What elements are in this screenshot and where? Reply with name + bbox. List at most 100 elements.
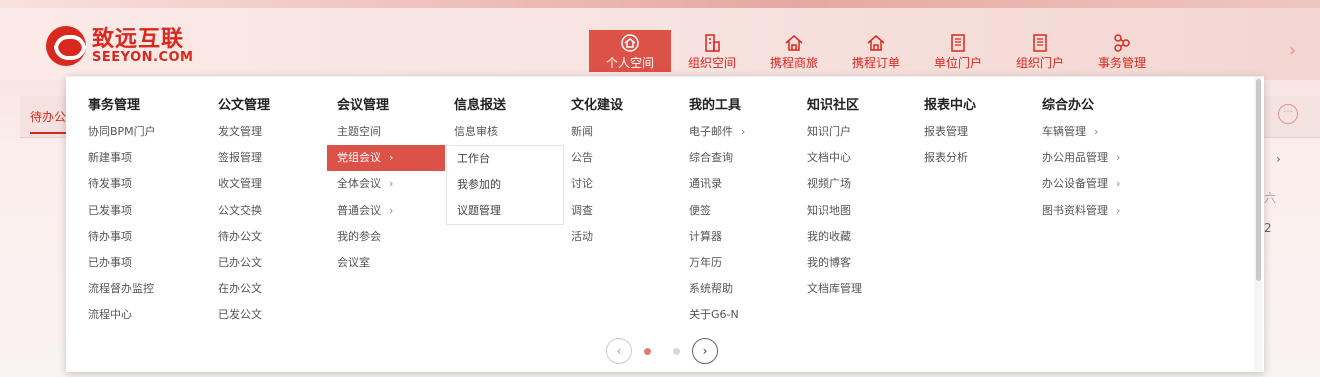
more-options-button[interactable]: ··· [1278, 104, 1298, 124]
chevron-right-icon: › [389, 203, 394, 217]
home-icon [785, 35, 803, 51]
calendar-next-arrow[interactable]: › [1276, 152, 1281, 166]
menu-item[interactable]: 公告 [571, 145, 593, 171]
nav-label: 组织空间 [687, 56, 736, 70]
menu-column-title: 综合办公 [1042, 98, 1095, 113]
submenu-item-topic-management[interactable]: 议题管理 [447, 198, 563, 224]
menu-item-label: 图书资料管理 [1042, 203, 1108, 217]
nav-item-ctrip-travel[interactable]: 携程商旅 [753, 30, 835, 72]
menu-item[interactable]: 签报管理 [218, 145, 262, 171]
menu-item-label: 办公设备管理 [1042, 177, 1108, 191]
menu-item[interactable]: 办公用品管理 › [1042, 145, 1120, 171]
nav-item-affairs[interactable]: 事务管理 [1081, 30, 1163, 72]
menu-item[interactable]: 在办公文 [218, 276, 262, 302]
menu-item[interactable]: 便签 [689, 198, 711, 224]
menu-item[interactable]: 文档库管理 [807, 276, 862, 302]
menu-item-label: 综合查询 [689, 151, 733, 165]
menu-item-label: 我的收藏 [807, 229, 851, 243]
menu-item[interactable]: 计算器 [689, 224, 722, 250]
scrollbar-thumb[interactable] [1256, 79, 1261, 281]
calendar-weekday: 六 [1264, 191, 1277, 205]
menu-item[interactable]: 图书资料管理 › [1042, 198, 1120, 224]
brand-logo[interactable]: 致远互联 SEEYON.COM [46, 24, 193, 68]
menu-item-label: 会议室 [337, 256, 370, 269]
pager-dot-2[interactable] [673, 347, 680, 355]
menu-item[interactable]: 待发事项 [88, 171, 132, 197]
menu-item[interactable]: 车辆管理 › [1042, 119, 1098, 145]
menu-item[interactable]: 讨论 [571, 171, 593, 197]
chevron-right-icon: › [389, 151, 394, 165]
nav-item-personal-space[interactable]: 个人空间 [589, 30, 671, 72]
menu-column-title: 事务管理 [88, 98, 141, 113]
menu-item[interactable]: 活动 [571, 224, 593, 250]
menu-item[interactable]: 会议室 [337, 250, 370, 276]
menu-item[interactable]: 全体会议 › [337, 171, 393, 197]
menu-item[interactable]: 发文管理 [218, 119, 262, 145]
menu-item[interactable]: 知识地图 [807, 198, 851, 224]
menu-item[interactable]: 电子邮件 › [689, 119, 745, 145]
chevron-right-icon: › [389, 177, 394, 191]
nav-more-arrow[interactable]: › [1289, 40, 1296, 61]
nav-label: 携程商旅 [769, 56, 818, 70]
menu-item[interactable]: 已发事项 [88, 198, 132, 224]
menu-item-label: 关于G6-N [689, 308, 739, 322]
menu-item[interactable]: 文档中心 [807, 145, 851, 171]
menu-item-label: 知识门户 [807, 125, 851, 138]
menu-item[interactable]: 已办事项 [88, 250, 132, 276]
menu-item[interactable]: 已办公文 [218, 250, 262, 276]
menu-item-label: 新闻 [571, 125, 593, 138]
pager-dot-1[interactable] [644, 347, 651, 355]
menu-item-label: 待发事项 [88, 177, 132, 191]
tab-pending[interactable]: 待办公 [30, 108, 71, 134]
menu-item-label: 公告 [571, 151, 593, 165]
menu-item[interactable]: 系统帮助 [689, 276, 733, 302]
menu-item-label: 信息审核 [454, 125, 498, 138]
menu-item[interactable]: 信息审核 [454, 119, 498, 145]
nav-label: 组织门户 [1015, 56, 1064, 70]
menu-item[interactable]: 综合查询 [689, 145, 733, 171]
menu-item[interactable]: 已发公文 [218, 302, 262, 328]
menu-item[interactable]: 办公设备管理 › [1042, 171, 1120, 197]
submenu-party-meeting: 工作台 我参加的 议题管理 [446, 145, 564, 225]
menu-item[interactable]: 我的博客 [807, 250, 851, 276]
menu-pager: ‹ › [606, 338, 718, 364]
menu-item-label: 文档库管理 [807, 282, 862, 296]
pager-prev-button[interactable]: ‹ [606, 338, 632, 364]
nav-label: 携程订单 [851, 56, 900, 70]
chevron-right-icon: › [1116, 177, 1121, 191]
menu-item[interactable]: 关于G6-N [689, 302, 739, 328]
menu-item[interactable]: 我的收藏 [807, 224, 851, 250]
menu-item[interactable]: 公文交换 [218, 198, 262, 224]
menu-item-label: 已发事项 [88, 203, 132, 217]
menu-item[interactable]: 视频广场 [807, 171, 851, 197]
menu-item[interactable]: 新建事项 [88, 145, 132, 171]
menu-item-label: 签报管理 [218, 151, 262, 165]
menu-item[interactable]: 流程中心 [88, 302, 132, 328]
menu-item[interactable]: 新闻 [571, 119, 593, 145]
menu-item[interactable]: 待办事项 [88, 224, 132, 250]
menu-item[interactable]: 收文管理 [218, 171, 262, 197]
submenu-item-workbench[interactable]: 工作台 [447, 146, 563, 172]
nav-item-unit-portal[interactable]: 单位门户 [917, 30, 999, 72]
menu-item[interactable]: 通讯录 [689, 171, 722, 197]
menu-column-title: 文化建设 [571, 98, 624, 113]
menu-item[interactable]: 普通会议 › [337, 198, 393, 224]
menu-item[interactable]: 主题空间 [337, 119, 381, 145]
submenu-item-joined[interactable]: 我参加的 [447, 172, 563, 198]
menu-item[interactable]: 协同BPM门户 [88, 119, 156, 145]
pager-next-button[interactable]: › [692, 338, 718, 364]
menu-item[interactable]: 万年历 [689, 250, 722, 276]
menu-item[interactable]: 报表管理 [924, 119, 968, 145]
menu-item-active[interactable]: 党组会议 › [327, 145, 445, 172]
menu-item-label: 我的博客 [807, 256, 851, 269]
nav-item-ctrip-orders[interactable]: 携程订单 [835, 30, 917, 72]
menu-item[interactable]: 待办公文 [218, 224, 262, 250]
menu-item[interactable]: 知识门户 [807, 119, 851, 145]
menu-item[interactable]: 报表分析 [924, 145, 968, 171]
menu-item-label: 发文管理 [218, 125, 262, 138]
nav-item-org-portal[interactable]: 组织门户 [999, 30, 1081, 72]
menu-item[interactable]: 调查 [571, 198, 593, 224]
menu-item[interactable]: 流程督办监控 [88, 276, 154, 302]
nav-item-org-space[interactable]: 组织空间 [671, 30, 753, 72]
menu-item[interactable]: 我的参会 [337, 224, 381, 250]
